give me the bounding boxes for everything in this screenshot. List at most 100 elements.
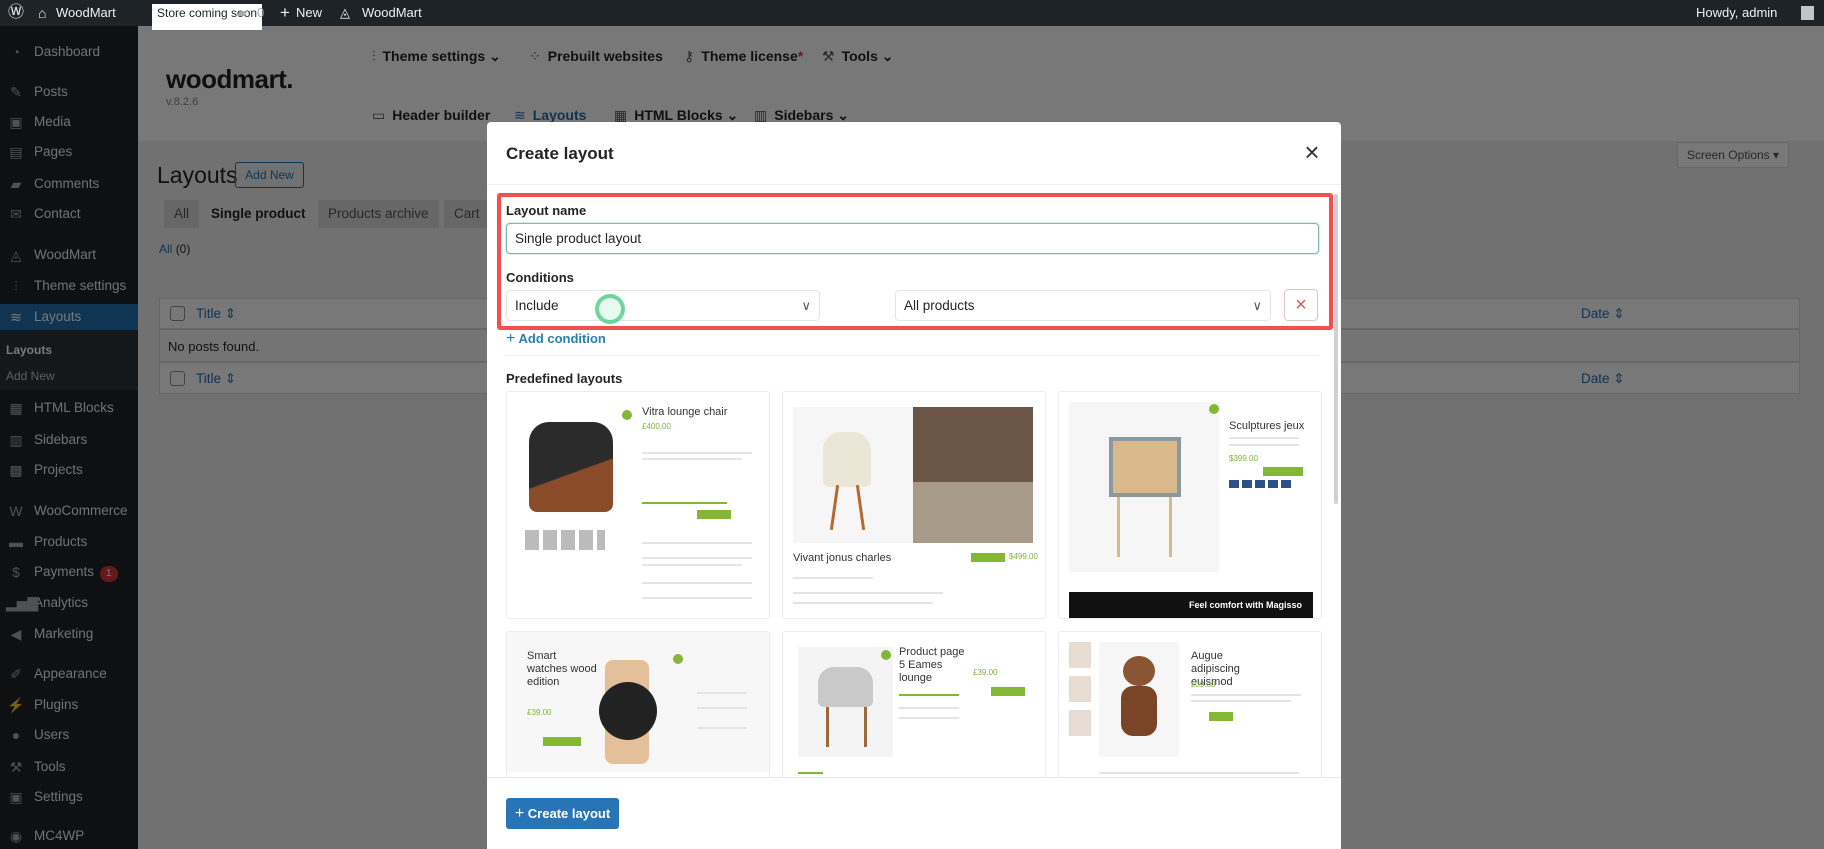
nav-label: HTML Blocks bbox=[634, 107, 723, 123]
sidebar-item-label: HTML Blocks bbox=[34, 400, 114, 415]
page-title: Layouts bbox=[157, 162, 238, 188]
sidebar-item-plugins[interactable]: ⚡ Plugins bbox=[0, 692, 138, 718]
template-card-sculptures-jeux[interactable]: Sculptures jeux $399.00 Feel comfort wit… bbox=[1058, 391, 1322, 619]
site-name-link[interactable]: WoodMart bbox=[56, 0, 116, 26]
submenu-add-new[interactable]: Add New bbox=[0, 365, 138, 387]
sidebar-item-marketing[interactable]: ◀ Marketing bbox=[0, 621, 138, 647]
sidebar-item-pages[interactable]: ▤ Pages bbox=[0, 139, 138, 165]
screen-options-label: Screen Options bbox=[1686, 148, 1770, 162]
tab-single-product[interactable]: Single product bbox=[201, 200, 316, 228]
title-column-header[interactable]: Title ⇕ bbox=[196, 306, 236, 322]
condition-type-select[interactable]: Include ∨ bbox=[506, 290, 820, 321]
sidebar-item-label: Users bbox=[34, 727, 70, 742]
plus-icon: + bbox=[506, 330, 516, 347]
screen-options-button[interactable]: Screen Options ▾ bbox=[1677, 142, 1789, 168]
col-date-label: Date bbox=[1581, 306, 1610, 321]
tab-all[interactable]: All bbox=[164, 200, 200, 228]
sidebar-item-woocommerce[interactable]: W WooCommerce bbox=[0, 498, 138, 524]
plug-icon: ⚡ bbox=[7, 697, 25, 713]
sidebar-item-label: Sidebars bbox=[34, 432, 88, 447]
sidebar-item-woodmart[interactable]: ◬ WoodMart bbox=[0, 242, 138, 268]
product-image bbox=[1069, 402, 1219, 572]
condition-target-select[interactable]: All products ∨ bbox=[895, 290, 1271, 321]
predefined-layouts-label: Predefined layouts bbox=[506, 371, 623, 386]
sidebar-item-users[interactable]: ● Users bbox=[0, 722, 138, 748]
sidebar-item-label: Comments bbox=[34, 176, 100, 191]
avatar[interactable] bbox=[1801, 6, 1814, 20]
sidebar-item-payments[interactable]: $ Payments 1 bbox=[0, 559, 138, 585]
grid-icon: ⁘ bbox=[529, 48, 541, 64]
filter-all[interactable]: All (0) bbox=[159, 242, 190, 256]
payments-badge: 1 bbox=[100, 566, 118, 582]
title-column-footer[interactable]: Title ⇕ bbox=[196, 371, 236, 387]
sidebar-item-label: Analytics bbox=[34, 595, 89, 610]
sidebar-item-mc4wp[interactable]: ◉ MC4WP bbox=[0, 823, 138, 849]
sidebar-item-theme-settings[interactable]: ⫶ Theme settings bbox=[0, 273, 138, 299]
create-layout-button[interactable]: + Create layout bbox=[506, 798, 619, 829]
howdy-user[interactable]: Howdy, admin bbox=[1696, 0, 1777, 26]
nav-label: Tools bbox=[841, 48, 878, 64]
plus-icon: + bbox=[514, 805, 525, 822]
settings-icon: ▣ bbox=[9, 789, 23, 805]
sidebar-item-comments[interactable]: ▰ Comments bbox=[0, 171, 138, 197]
tab-cart[interactable]: Cart bbox=[444, 200, 490, 228]
sidebar-item-analytics[interactable]: ▂▅▇ Analytics bbox=[0, 590, 138, 616]
sidebar-item-contact[interactable]: ✉ Contact bbox=[0, 201, 138, 227]
sidebar-item-settings[interactable]: ▣ Settings bbox=[0, 784, 138, 810]
sidebar-item-products[interactable]: ▬ Products bbox=[0, 529, 138, 555]
sidebar-item-label: Tools bbox=[34, 759, 66, 774]
filter-all-label: All bbox=[159, 242, 173, 256]
template-card-vitra-lounge-chair[interactable]: Vitra lounge chair £400.00 bbox=[506, 391, 770, 619]
sidebar-item-projects[interactable]: ▩ Projects bbox=[0, 457, 138, 483]
comments-count[interactable]: 0 bbox=[257, 0, 264, 26]
product-image bbox=[1099, 642, 1179, 757]
sidebar-item-posts[interactable]: ✎ Posts bbox=[0, 79, 138, 105]
sidebar-item-tools[interactable]: ⚒ Tools bbox=[0, 754, 138, 780]
template-title: Product page 5 Eames lounge bbox=[899, 646, 965, 684]
template-card-vivant-jonus[interactable]: Vivant jonus charles $499.00 bbox=[782, 391, 1046, 619]
layout-name-input[interactable] bbox=[506, 223, 1319, 254]
nav-prebuilt-websites[interactable]: ⁘ Prebuilt websites bbox=[529, 48, 663, 65]
submenu-layouts[interactable]: Layouts bbox=[0, 339, 138, 361]
bar-chart-icon: ▂▅▇ bbox=[6, 595, 39, 611]
nav-theme-settings[interactable]: ⫶ Theme settings ⌄ bbox=[372, 48, 501, 65]
archive-icon: ▬ bbox=[9, 534, 23, 550]
select-all-checkbox-footer[interactable] bbox=[170, 371, 185, 386]
sidebar-item-appearance[interactable]: ✐ Appearance bbox=[0, 661, 138, 687]
woodmart-admin-link[interactable]: WoodMart bbox=[362, 0, 422, 26]
nav-label: Layouts bbox=[532, 107, 587, 123]
new-content-link[interactable]: New bbox=[296, 0, 322, 26]
sidebar-item-layouts[interactable]: ≋ Layouts bbox=[0, 304, 138, 330]
layout-name-label: Layout name bbox=[506, 203, 587, 218]
date-column-footer[interactable]: Date ⇕ bbox=[1581, 371, 1625, 387]
nav-label: Theme license bbox=[701, 48, 798, 64]
promo-banner: Feel comfort with Magisso bbox=[1069, 592, 1313, 618]
template-title: Smart watches wood edition bbox=[527, 650, 597, 688]
sidebar-item-html-blocks[interactable]: ▦ HTML Blocks bbox=[0, 395, 138, 421]
comment-icon[interactable]: ▰ bbox=[237, 0, 247, 26]
product-image bbox=[793, 407, 913, 543]
cursor-click-indicator bbox=[595, 294, 625, 324]
nav-label: Header builder bbox=[392, 107, 491, 123]
sidebar-item-media[interactable]: ▣ Media bbox=[0, 109, 138, 135]
add-condition-button[interactable]: + Add condition bbox=[506, 330, 606, 348]
close-icon[interactable]: × bbox=[1301, 139, 1323, 165]
modal-scrollbar[interactable] bbox=[1334, 194, 1338, 504]
tab-products-archive[interactable]: Products archive bbox=[318, 200, 439, 228]
sidebar-item-label: Media bbox=[34, 114, 71, 129]
remove-condition-button[interactable]: × bbox=[1284, 289, 1318, 321]
briefcase-icon: ▩ bbox=[9, 462, 23, 478]
nav-label: Prebuilt websites bbox=[547, 48, 663, 64]
wordpress-logo-icon[interactable]: Ⓦ bbox=[8, 0, 24, 26]
select-all-checkbox[interactable] bbox=[170, 306, 185, 321]
add-new-button[interactable]: Add New bbox=[235, 162, 304, 188]
date-column-header[interactable]: Date ⇕ bbox=[1581, 306, 1625, 322]
sidebar-item-sidebars[interactable]: ▥ Sidebars bbox=[0, 427, 138, 453]
html-block-icon: ▦ bbox=[9, 400, 23, 416]
nav-tools[interactable]: ⚒ Tools ⌄ bbox=[822, 48, 893, 65]
nav-theme-license[interactable]: ⚷ Theme license* bbox=[684, 48, 803, 65]
template-title: Vitra lounge chair bbox=[642, 406, 728, 418]
nav-header-builder[interactable]: ▭ Header builder bbox=[372, 107, 490, 124]
sidebar-item-dashboard[interactable]: ◔ Dashboard bbox=[0, 39, 138, 65]
sidebar-item-label: WooCommerce bbox=[34, 503, 128, 518]
